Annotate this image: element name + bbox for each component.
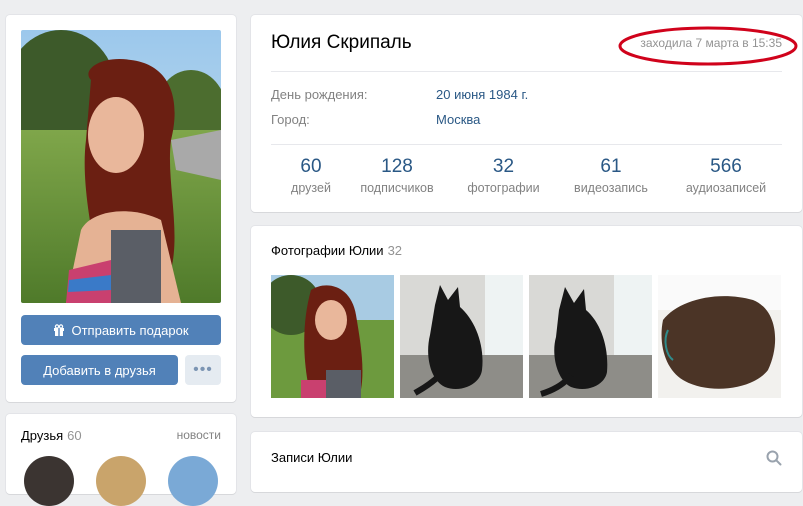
send-gift-button[interactable]: Отправить подарок (21, 315, 221, 345)
photo-thumbnail[interactable] (658, 275, 781, 398)
counter-label: аудиозаписей (685, 181, 767, 195)
photo-thumbnail[interactable] (271, 275, 394, 398)
birthday-label: День рождения: (271, 87, 368, 102)
counter-photos[interactable]: 32 фотографии (461, 155, 546, 197)
counter-label: видеозапись (574, 181, 648, 195)
more-dots-icon: ••• (193, 361, 213, 378)
counter-videos[interactable]: 61 видеозапись (566, 155, 656, 197)
friends-heading[interactable]: Друзья 60 (21, 428, 82, 443)
highlight-ellipse (618, 26, 798, 66)
divider (271, 71, 782, 72)
add-friend-button[interactable]: Добавить в друзья (21, 355, 178, 385)
photo-thumbnail[interactable] (400, 275, 523, 398)
friends-title: Друзья (21, 428, 64, 443)
profile-counters: 60 друзей 128 подписчиков 32 фотографии … (271, 155, 782, 205)
send-gift-label: Отправить подарок (71, 322, 189, 338)
profile-photo[interactable] (21, 30, 221, 303)
city-label: Город: (271, 112, 310, 127)
counter-friends[interactable]: 60 друзей (281, 155, 341, 197)
counter-value: 61 (600, 156, 622, 177)
birthday-value[interactable]: 20 июня 1984 г. (436, 87, 528, 102)
counter-value: 566 (710, 156, 742, 177)
profile-info-card: Юлия Скрипаль заходила 7 марта в 15:35 Д… (251, 15, 802, 212)
friend-avatar[interactable] (96, 456, 146, 506)
more-actions-button[interactable]: ••• (185, 355, 221, 385)
photo-thumbnail[interactable] (529, 275, 652, 398)
profile-name: Юлия Скрипаль (271, 32, 412, 53)
counter-label: подписчиков (360, 181, 434, 195)
counter-label: фотографии (467, 181, 540, 195)
wall-card: Записи Юлии (251, 432, 802, 492)
wall-title[interactable]: Записи Юлии (271, 450, 352, 465)
friends-count: 60 (67, 428, 82, 443)
counter-audio[interactable]: 566 аудиозаписей (676, 155, 776, 197)
divider (271, 144, 782, 145)
photos-card: Фотографии Юлии 32 (251, 226, 802, 417)
friends-news-link[interactable]: новости (177, 428, 221, 442)
avatar-card: Отправить подарок Добавить в друзья ••• (6, 15, 236, 402)
gift-icon (54, 324, 65, 336)
counter-value: 60 (300, 156, 322, 177)
photos-count: 32 (387, 243, 403, 258)
counter-value: 32 (492, 156, 515, 177)
friend-avatar[interactable] (24, 456, 74, 506)
counter-followers[interactable]: 128 подписчиков (351, 155, 443, 197)
counter-value: 128 (381, 156, 413, 177)
search-icon[interactable] (766, 450, 782, 466)
friends-card: Друзья 60 новости (6, 414, 236, 506)
city-value[interactable]: Москва (436, 112, 480, 127)
counter-label: друзей (291, 181, 331, 195)
photos-heading[interactable]: Фотографии Юлии 32 (271, 243, 402, 258)
friend-avatar[interactable] (168, 456, 218, 506)
photos-title: Фотографии Юлии (271, 243, 384, 258)
add-friend-label: Добавить в друзья (43, 362, 156, 378)
